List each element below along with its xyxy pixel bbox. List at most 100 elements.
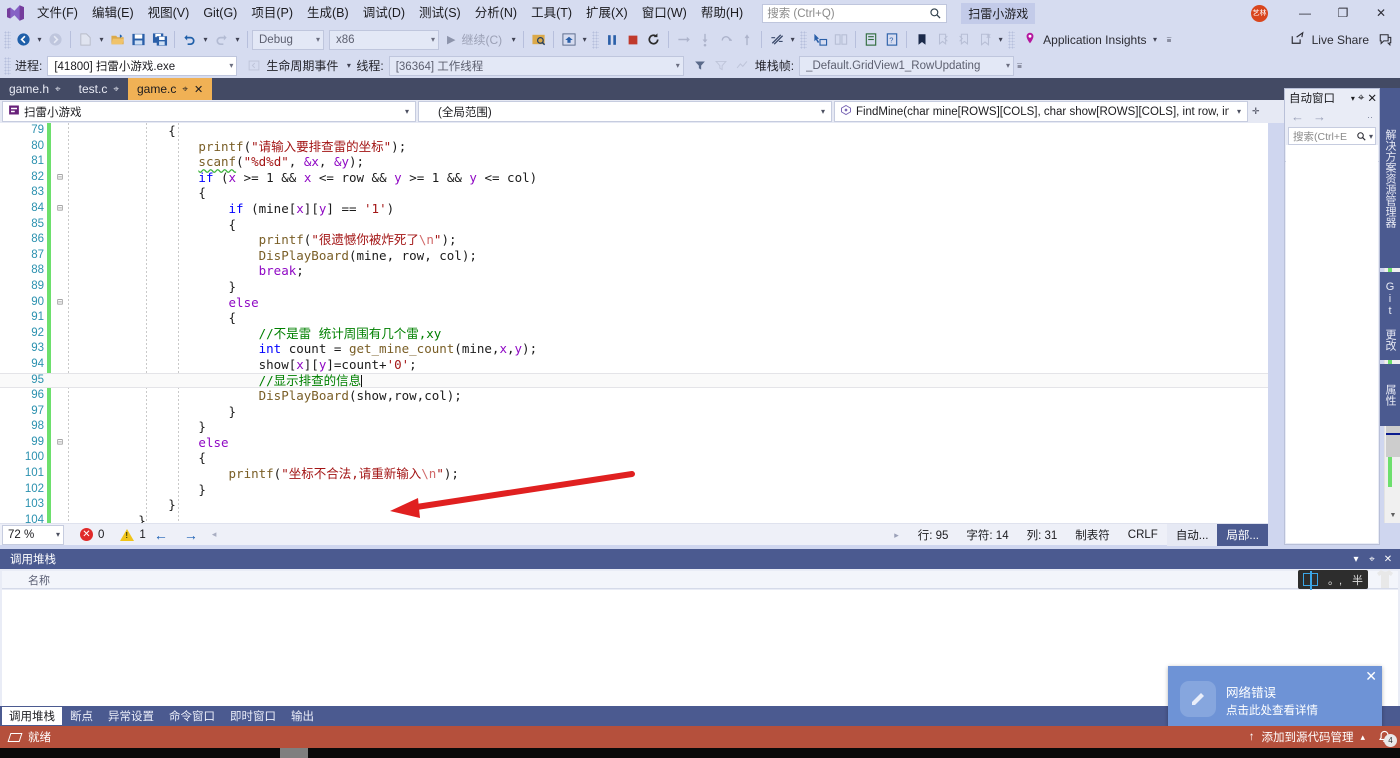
menu-test[interactable]: 测试(S)	[412, 0, 468, 26]
new-item-dropdown-icon[interactable]: ▾	[96, 29, 107, 51]
code-line-82[interactable]: 82 ⊟ if (x >= 1 && x <= row && y >= 1 && …	[0, 170, 1268, 186]
autos-search-options-icon[interactable]: ▾	[1367, 132, 1373, 141]
call-stack-pin-icon[interactable]: ⌖	[1364, 554, 1380, 565]
call-stack-close-icon[interactable]: ✕	[1380, 554, 1396, 565]
code-line-87[interactable]: 87 DisPlayBoard(mine, row, col);	[0, 248, 1268, 264]
error-count-badge[interactable]: ✕ 0	[80, 528, 104, 541]
menu-view[interactable]: 视图(V)	[141, 0, 197, 26]
restore-button[interactable]: ❐	[1324, 0, 1362, 26]
bottom-tab-command-window[interactable]: 命令窗口	[162, 707, 222, 725]
code-line-80[interactable]: 80 printf("请输入要排查雷的坐标");	[0, 139, 1268, 155]
bottom-tab-breakpoints[interactable]: 断点	[63, 707, 100, 725]
bottom-tab-immediate-window[interactable]: 即时窗口	[223, 707, 283, 725]
toast-close-icon[interactable]: ✕	[1365, 668, 1377, 685]
menu-project[interactable]: 项目(P)	[244, 0, 300, 26]
start-page-dropdown-icon[interactable]: ▾	[579, 29, 590, 51]
autos-variable-list[interactable]	[1286, 145, 1378, 543]
toolbar-grip-2[interactable]	[592, 30, 600, 49]
new-item-button[interactable]	[75, 29, 96, 51]
code-line-88[interactable]: 88 break;	[0, 263, 1268, 279]
pin-icon-2[interactable]: ⌖	[113, 84, 119, 95]
app-insights-dropdown-icon[interactable]: ▾	[1150, 29, 1161, 51]
collapse-glyph-icon[interactable]: ⊟	[54, 201, 66, 217]
stop-debugging-button[interactable]	[622, 29, 643, 51]
collapse-glyph-icon[interactable]: ⊟	[54, 170, 66, 186]
status-overflow-icon[interactable]: ◂	[206, 529, 217, 540]
type-scope-select[interactable]: (全局范围) ▾	[418, 101, 832, 122]
source-control-up-icon[interactable]: ↑	[1249, 731, 1255, 743]
source-control-chevron-icon[interactable]: ▴	[1360, 732, 1365, 743]
save-button[interactable]	[128, 29, 149, 51]
menu-build[interactable]: 生成(B)	[300, 0, 356, 26]
diagnostic-tools-button[interactable]	[830, 29, 851, 51]
code-line-89[interactable]: 89 }	[0, 279, 1268, 295]
ime-skin-icon[interactable]	[1375, 568, 1395, 590]
clear-bookmarks-button[interactable]	[974, 29, 995, 51]
code-line-84[interactable]: 84 ⊟ if (mine[x][y] == '1')	[0, 201, 1268, 217]
project-scope-select[interactable]: 扫雷小游戏 ▾	[2, 101, 416, 122]
pin-icon-3[interactable]: ⌖	[182, 84, 188, 95]
navigate-back-button[interactable]	[13, 29, 34, 51]
menu-extensions[interactable]: 扩展(X)	[579, 0, 635, 26]
process-select[interactable]: [41800] 扫雷小游戏.exe ▾	[47, 55, 238, 76]
step-up-button[interactable]	[736, 29, 757, 51]
clear-filter-icon[interactable]	[711, 55, 732, 77]
solution-platform-select[interactable]: x86 ▾	[329, 29, 439, 50]
code-line-92[interactable]: 92 //不是雷 统计周围有几个雷,xy	[0, 326, 1268, 342]
hot-reload-dropdown-icon[interactable]: ▾	[787, 29, 798, 51]
feedback-icon[interactable]	[1375, 29, 1396, 51]
autos-forward-icon[interactable]: →	[1313, 109, 1326, 124]
lifecycle-events-dropdown-icon[interactable]: ▾	[343, 55, 354, 77]
autos-search-input[interactable]: 搜索(Ctrl+E ▾	[1288, 127, 1376, 145]
source-not-available-icon[interactable]	[732, 55, 753, 77]
autos-dropdown-icon[interactable]: ▾	[1351, 94, 1355, 103]
pin-icon[interactable]: ⌖	[55, 84, 61, 95]
locals-window-button[interactable]: 局部...	[1217, 524, 1268, 546]
tool-tab-properties[interactable]: 属性	[1380, 364, 1400, 426]
member-scope-select[interactable]: FindMine(char mine[ROWS][COLS], char sho…	[834, 101, 1248, 122]
redo-button[interactable]	[211, 29, 232, 51]
autos-close-icon[interactable]: ✕	[1367, 91, 1377, 105]
toolbar-grip-4[interactable]	[1008, 30, 1016, 49]
menu-git[interactable]: Git(G)	[196, 0, 244, 26]
tool-tab-solution-explorer[interactable]: 解决方案资源管理器	[1380, 88, 1400, 268]
close-button[interactable]: ✕	[1362, 0, 1400, 26]
autos-pin-icon[interactable]: ⌖	[1358, 92, 1364, 105]
stackframe-select[interactable]: _Default.GridView1_RowUpdating ▾	[799, 55, 1015, 76]
bookmark-button[interactable]	[911, 29, 932, 51]
status-scroll-right-icon[interactable]: ▸	[894, 530, 909, 541]
previous-bookmark-button[interactable]	[932, 29, 953, 51]
tab-test-c[interactable]: test.c ⌖	[69, 78, 128, 100]
collapse-glyph-icon[interactable]: ⊟	[54, 295, 66, 311]
find-in-files-button[interactable]	[528, 29, 549, 51]
bottom-tab-output[interactable]: 输出	[284, 707, 321, 725]
code-line-91[interactable]: 91 {	[0, 310, 1268, 326]
menu-analyze[interactable]: 分析(N)	[468, 0, 524, 26]
code-editor[interactable]: 79 {80 printf("请输入要排查雷的坐标"); 81 scanf("%d…	[0, 123, 1268, 523]
next-bookmark-button[interactable]	[953, 29, 974, 51]
toolbar-grip-3[interactable]	[800, 30, 808, 49]
ime-chinese-icon[interactable]	[1302, 571, 1318, 590]
taskbar-active-item[interactable]	[280, 748, 308, 758]
menu-window[interactable]: 窗口(W)	[635, 0, 694, 26]
code-line-96[interactable]: 96 DisPlayBoard(show,row,col);	[0, 388, 1268, 404]
global-search-input[interactable]: 搜索 (Ctrl+Q)	[762, 3, 948, 23]
warning-count-badge[interactable]: 1	[120, 528, 146, 541]
thread-select[interactable]: [36364] 工作线程 ▾	[388, 55, 684, 76]
code-line-102[interactable]: 102 }	[0, 482, 1268, 498]
close-icon[interactable]: ✕	[194, 83, 203, 96]
debug-toolbar-grip[interactable]	[4, 56, 11, 75]
filter-icon[interactable]	[690, 55, 711, 77]
break-all-button[interactable]	[601, 29, 622, 51]
save-all-button[interactable]	[149, 29, 170, 51]
autos-more-icon[interactable]: ··	[1367, 112, 1373, 122]
split-view-icon[interactable]: ✛	[1248, 106, 1264, 117]
tab-game-c[interactable]: game.c ⌖ ✕	[128, 78, 213, 100]
toolbar-grip[interactable]	[4, 30, 11, 49]
menu-tools[interactable]: 工具(T)	[524, 0, 579, 26]
live-share-button[interactable]: Live Share	[1287, 29, 1375, 51]
application-insights-button[interactable]: Application Insights ▾	[1017, 29, 1163, 51]
continue-button[interactable]: ▶ 继续(C)	[444, 29, 508, 51]
menu-help[interactable]: 帮助(H)	[694, 0, 750, 26]
bookmarks-dropdown-icon[interactable]: ▾	[995, 29, 1006, 51]
